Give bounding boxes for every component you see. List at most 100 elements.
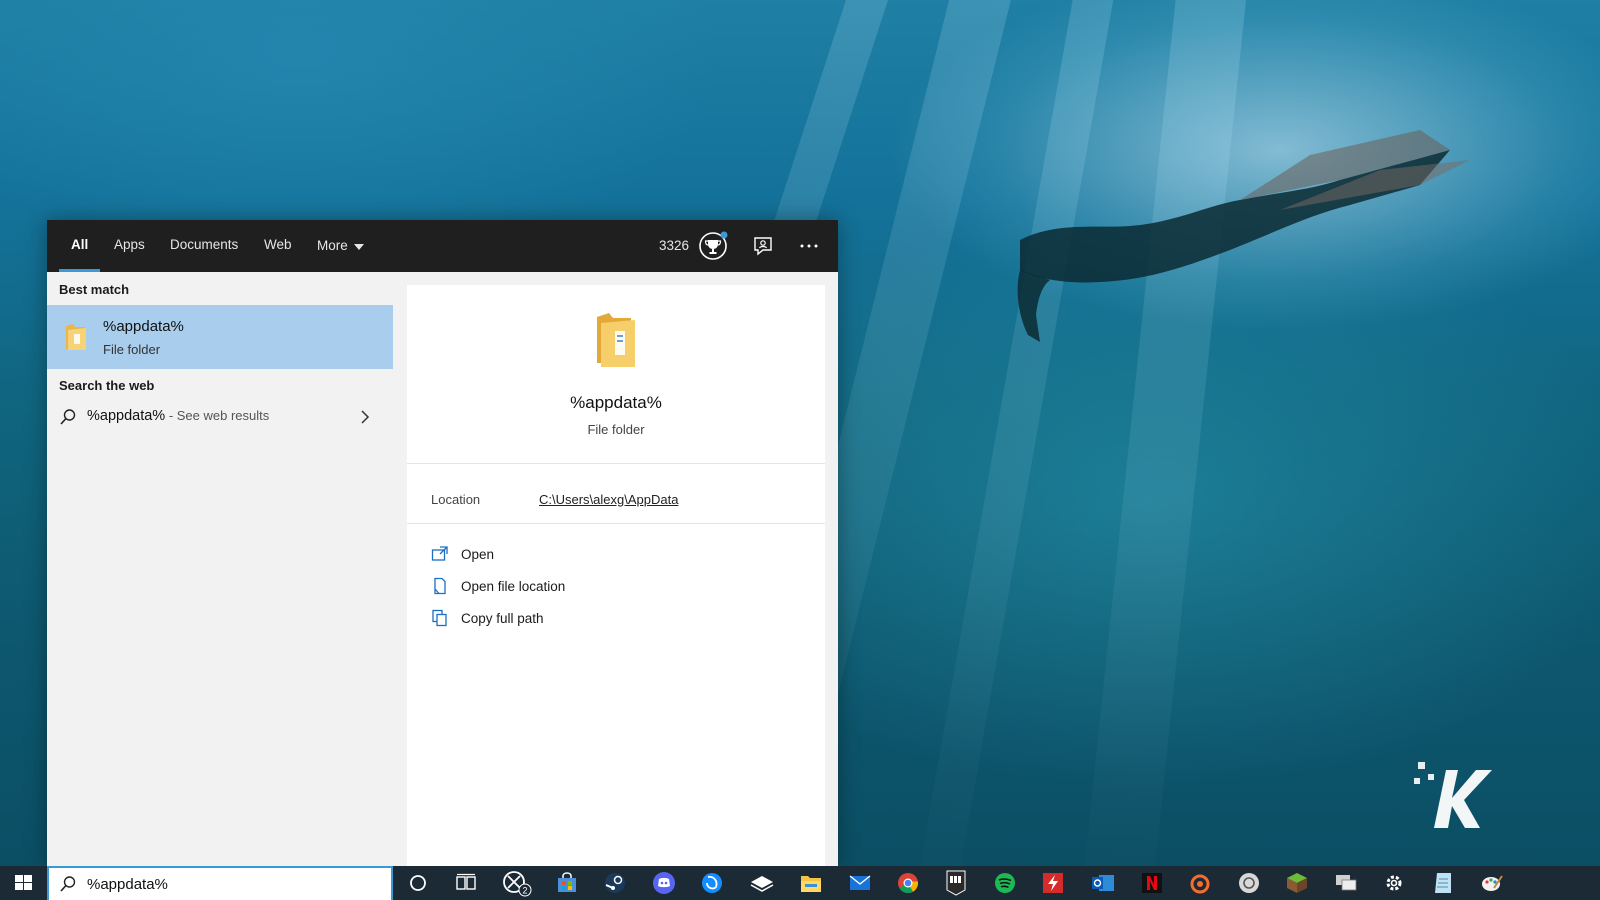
- watermark-logo: [1414, 762, 1492, 828]
- open-action[interactable]: Open: [431, 542, 494, 566]
- steam-icon: [605, 873, 625, 893]
- ubisoft-button[interactable]: [1227, 866, 1271, 900]
- diver-image: [1017, 130, 1470, 342]
- trophy-icon: [699, 231, 728, 260]
- outlook-icon: [1092, 875, 1114, 891]
- notepad-button[interactable]: [1421, 866, 1465, 900]
- divider: [407, 523, 825, 524]
- copy-icon: [432, 609, 447, 627]
- start-button[interactable]: [0, 866, 47, 900]
- search-flyout: All Apps Documents Web More 3326 Best ma…: [47, 220, 838, 866]
- folder-icon: [66, 324, 86, 350]
- xbox-app-button[interactable]: 2: [495, 866, 539, 900]
- search-icon: [60, 409, 76, 425]
- task-view-button[interactable]: [444, 866, 488, 900]
- divider: [407, 463, 825, 464]
- network-app-button[interactable]: [1324, 866, 1368, 900]
- settings-icon: [1386, 875, 1402, 891]
- task-view-icon: [456, 873, 476, 890]
- chrome-icon: [898, 873, 919, 894]
- taskbar-search-box[interactable]: [47, 866, 393, 900]
- discord-icon: [653, 872, 675, 894]
- search-web-heading: Search the web: [59, 378, 155, 393]
- location-link[interactable]: C:\Users\alexg\AppData: [539, 492, 678, 507]
- spotify-icon: [995, 873, 1015, 893]
- preview-header: %appdata% File folder: [407, 285, 825, 463]
- steam-button[interactable]: [593, 866, 637, 900]
- taskbar: 2: [0, 866, 1600, 900]
- open-file-location-label: Open file location: [461, 578, 566, 594]
- minecraft-icon: [1287, 873, 1307, 893]
- ellipsis-icon: [800, 244, 818, 248]
- search-tab-bar: All Apps Documents Web More 3326: [47, 220, 838, 272]
- origin-icon: [1190, 874, 1210, 894]
- mail-icon: [849, 875, 871, 890]
- file-location-icon: [434, 577, 446, 595]
- origin-button[interactable]: [1178, 866, 1222, 900]
- cortana-button[interactable]: [396, 866, 440, 900]
- open-action-label: Open: [461, 546, 495, 562]
- store-button[interactable]: [545, 866, 589, 900]
- battlenet-button[interactable]: [690, 866, 734, 900]
- rewards-points: 3326: [659, 238, 690, 253]
- preview-type: File folder: [587, 422, 645, 437]
- paint-icon: [1482, 875, 1503, 891]
- tab-documents[interactable]: Documents: [170, 220, 238, 272]
- spotify-button[interactable]: [983, 866, 1027, 900]
- chevron-right-icon: [361, 410, 370, 424]
- ubisoft-icon: [1239, 873, 1259, 893]
- file-explorer-icon: [801, 876, 821, 892]
- web-result-text: %appdata% - See web results: [87, 408, 269, 424]
- web-result-suffix: - See web results: [165, 408, 270, 423]
- tab-web[interactable]: Web: [264, 220, 292, 272]
- location-label: Location: [431, 492, 481, 507]
- search-input[interactable]: [87, 873, 383, 895]
- windows-logo-icon: [15, 875, 32, 890]
- store-icon: [558, 872, 576, 892]
- chrome-button[interactable]: [886, 866, 930, 900]
- folder-icon: [597, 313, 635, 367]
- copy-full-path-action[interactable]: Copy full path: [431, 606, 544, 630]
- outlook-button[interactable]: [1081, 866, 1125, 900]
- tab-all[interactable]: All: [58, 220, 101, 272]
- feedback-icon: [754, 237, 772, 256]
- xbox-badge: 2: [522, 886, 527, 896]
- tab-apps[interactable]: Apps: [114, 220, 145, 272]
- gamepass-button[interactable]: [740, 866, 784, 900]
- network-icon: [1336, 875, 1357, 891]
- web-search-result[interactable]: %appdata% - See web results: [47, 400, 393, 434]
- more-options-button[interactable]: [795, 234, 823, 258]
- tab-more-label: More: [317, 238, 348, 253]
- netflix-icon: [1142, 873, 1162, 893]
- minecraft-button[interactable]: [1275, 866, 1319, 900]
- best-match-name: %appdata%: [103, 318, 184, 335]
- epic-games-icon: [946, 870, 966, 896]
- settings-button[interactable]: [1372, 866, 1416, 900]
- copy-full-path-label: Copy full path: [461, 610, 544, 626]
- gamepass-icon: [750, 876, 774, 892]
- notepad-icon: [1435, 873, 1451, 893]
- preview-pane: %appdata% File folder Location C:\Users\…: [407, 285, 825, 866]
- epic-games-button[interactable]: [934, 866, 978, 900]
- mail-button[interactable]: [838, 866, 882, 900]
- rewards-button[interactable]: [697, 230, 729, 262]
- paint-button[interactable]: [1470, 866, 1514, 900]
- discord-button[interactable]: [642, 866, 686, 900]
- open-icon: [431, 546, 448, 561]
- preview-title: %appdata%: [570, 393, 662, 412]
- chevron-down-icon: [353, 244, 364, 250]
- results-pane: Best match %appdata% File folder Search …: [47, 272, 393, 866]
- search-icon: [60, 876, 76, 892]
- best-match-result[interactable]: %appdata% File folder: [47, 305, 393, 369]
- feedback-button[interactable]: [751, 234, 775, 258]
- xbox-icon: 2: [503, 871, 532, 897]
- best-match-type: File folder: [103, 342, 161, 357]
- open-file-location-action[interactable]: Open file location: [431, 574, 565, 598]
- netflix-button[interactable]: [1130, 866, 1174, 900]
- battlenet-icon: [702, 873, 722, 893]
- cortana-icon: [410, 875, 426, 891]
- file-explorer-button[interactable]: [789, 866, 833, 900]
- tab-more[interactable]: More: [317, 220, 364, 272]
- flash-icon: [1043, 873, 1063, 893]
- flash-app-button[interactable]: [1031, 866, 1075, 900]
